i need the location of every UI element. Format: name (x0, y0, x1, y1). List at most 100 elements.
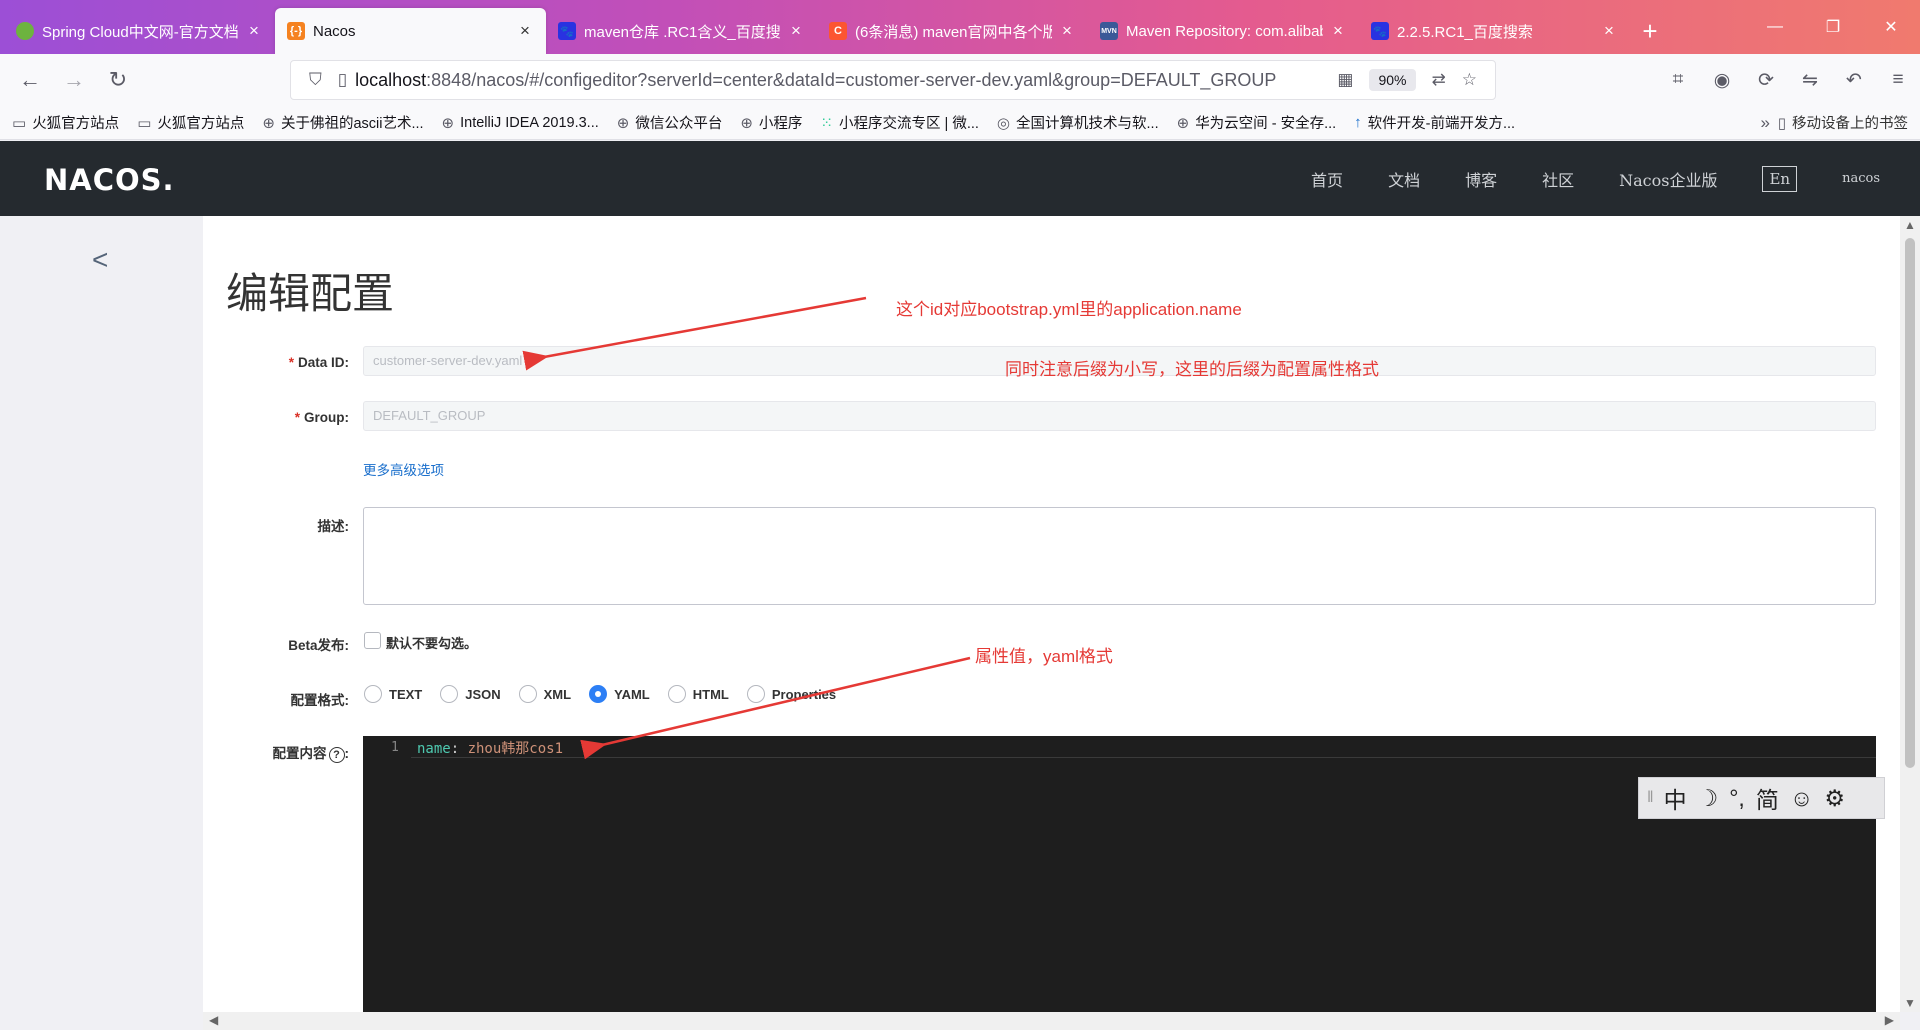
close-icon[interactable]: × (245, 21, 263, 41)
browser-tab-csdn[interactable]: C (6条消息) maven官网中各个版本 × (817, 8, 1088, 54)
globe-icon: ⊕ (262, 114, 275, 132)
mvn-icon: MVN (1100, 22, 1118, 40)
browser-tab-nacos[interactable]: {-} Nacos × (275, 8, 546, 54)
line-number: 1 (391, 740, 399, 755)
bookmark-item[interactable]: ⊕ 微信公众平台 (617, 112, 723, 133)
close-icon[interactable]: × (1329, 21, 1347, 41)
bookmark-item[interactable]: ⊕ 小程序 (740, 112, 802, 133)
browser-tab-mvn-repository[interactable]: MVN Maven Repository: com.alibaba × (1088, 8, 1359, 54)
scroll-down-icon[interactable]: ▼ (1904, 996, 1916, 1010)
annotation-data-id: 这个id对应bootstrap.yml里的application.name (896, 300, 1242, 319)
format-radio-xml[interactable]: XML (518, 685, 571, 703)
zoom-level[interactable]: 90% (1369, 69, 1416, 91)
nacos-logo[interactable]: NACOS. (44, 163, 175, 197)
translate-extension-icon[interactable]: ⇋ (1788, 62, 1832, 98)
annotation-property-value: 属性值，yaml格式 (975, 647, 1113, 666)
language-toggle[interactable]: En (1762, 165, 1798, 192)
nav-blog[interactable]: 博客 (1465, 167, 1497, 191)
format-radio-text[interactable]: TEXT (364, 685, 422, 703)
new-tab-button[interactable]: + (1630, 8, 1670, 54)
smiley-icon[interactable]: ☺ (1790, 785, 1813, 812)
user-menu[interactable]: nacos (1842, 171, 1880, 186)
ime-chinese-mode[interactable]: 中 (1664, 781, 1687, 815)
format-radio-yaml[interactable]: YAML (589, 685, 650, 703)
bookmark-item[interactable]: ⊕ 华为云空间 - 安全存... (1177, 112, 1337, 133)
punctuation-icon[interactable]: °, (1729, 785, 1745, 812)
advanced-options-link[interactable]: 更多高级选项 (363, 459, 444, 479)
beta-checkbox-text: 默认不要勾选。 (386, 636, 478, 651)
format-radio-html[interactable]: HTML (667, 685, 729, 703)
config-editor-form: 编辑配置 * Data ID: customer-server-dev.yaml … (203, 216, 1900, 1012)
undo-icon[interactable]: ↶ (1832, 62, 1876, 98)
extension-icon[interactable]: ◉ (1700, 62, 1744, 98)
beta-checkbox[interactable] (364, 632, 381, 649)
bookmark-item[interactable]: ↑ 软件开发-前端开发方... (1354, 112, 1515, 133)
horizontal-scrollbar[interactable]: ◀ ▶ (203, 1012, 1900, 1030)
left-panel: < (0, 216, 203, 1012)
qr-code-icon[interactable]: ▦ (1337, 70, 1353, 90)
browser-tab-maven-baidu[interactable]: 🐾 maven仓库 .RC1含义_百度搜索 × (546, 8, 817, 54)
browser-tab-spring-cloud[interactable]: Spring Cloud中文网-官方文档 × (4, 8, 275, 54)
nav-docs[interactable]: 文档 (1388, 167, 1420, 191)
globe-icon: ⊕ (1176, 114, 1190, 132)
chevron-double-right-icon[interactable]: » (1761, 113, 1770, 133)
browser-toolbar: ← → ↻ ⛉ ▯ localhost :8848/nacos/#/config… (0, 54, 1920, 106)
close-icon[interactable]: × (516, 21, 534, 41)
ime-simplified-mode[interactable]: 简 (1756, 781, 1779, 815)
arrow-up-icon: ↑ (1354, 114, 1362, 131)
close-icon[interactable]: × (787, 21, 805, 41)
close-window-icon[interactable]: ✕ (1862, 0, 1920, 54)
reload-icon[interactable]: ↻ (96, 62, 140, 98)
url-bar[interactable]: ⛉ ▯ localhost :8848/nacos/#/configeditor… (290, 60, 1496, 100)
ime-toolbar: ‖ 中 ☽ °, 简 ☺ ⚙ (1638, 777, 1885, 819)
bookmarks-bar: ▭ 火狐官方站点 ▭ 火狐官方站点 ⊕ 关于佛祖的ascii艺术... ⊕ Intell… (0, 106, 1920, 140)
globe-icon: ◎ (996, 114, 1011, 132)
group-input[interactable]: DEFAULT_GROUP (363, 401, 1876, 431)
format-radio-json[interactable]: JSON (440, 685, 501, 703)
browser-tab-rc1-baidu[interactable]: 🐾 2.2.5.RC1_百度搜索 × (1359, 8, 1630, 54)
back-icon[interactable]: ← (8, 62, 52, 98)
vertical-scrollbar[interactable]: ▲ ▼ (1900, 216, 1920, 1012)
screenshot-crop-icon[interactable]: ⌗ (1656, 62, 1700, 98)
bookmark-star-icon[interactable]: ☆ (1462, 70, 1477, 90)
bookmark-item[interactable]: ▭ 火狐官方站点 (12, 112, 119, 133)
page-title: 编辑配置 (226, 270, 395, 317)
translate-icon[interactable]: ⇄ (1432, 70, 1446, 90)
mobile-bookmarks[interactable]: ▯ 移动设备上的书签 (1778, 112, 1908, 133)
nav-community[interactable]: 社区 (1542, 167, 1574, 191)
scroll-left-icon[interactable]: ◀ (209, 1013, 218, 1027)
bookmark-item[interactable]: ⁙ 小程序交流专区 | 微... (820, 112, 979, 133)
nacos-header: NACOS. 首页 文档 博客 社区 Nacos企业版 En nacos (0, 141, 1920, 216)
nav-enterprise[interactable]: Nacos企业版 (1619, 167, 1717, 191)
radio-circle (364, 685, 382, 703)
bookmark-item[interactable]: ▭ 火狐官方站点 (137, 112, 244, 133)
gear-icon[interactable]: ⚙ (1824, 785, 1845, 812)
scroll-thumb[interactable] (1905, 238, 1915, 768)
current-line-highlight (411, 736, 1876, 758)
scroll-right-icon[interactable]: ▶ (1885, 1013, 1894, 1027)
close-icon[interactable]: × (1058, 21, 1076, 41)
menu-icon[interactable]: ≡ (1876, 62, 1920, 98)
bookmark-item[interactable]: ⊕ IntelliJ IDEA 2019.3... (442, 114, 599, 132)
scroll-up-icon[interactable]: ▲ (1904, 218, 1916, 232)
restore-icon[interactable]: ❐ (1804, 0, 1862, 54)
format-radio-properties[interactable]: Properties (746, 685, 836, 703)
bookmark-item[interactable]: ⊕ 关于佛祖的ascii艺术... (262, 112, 423, 133)
forward-icon[interactable]: → (52, 62, 96, 98)
moon-icon[interactable]: ☽ (1698, 785, 1719, 812)
shield-icon[interactable]: ⛉ (309, 70, 322, 90)
bookmark-item[interactable]: ◎ 全国计算机技术与软... (997, 112, 1159, 133)
page-icon[interactable]: ▯ (338, 70, 347, 90)
nav-home[interactable]: 首页 (1311, 167, 1343, 191)
chevron-left-icon[interactable]: < (92, 244, 108, 276)
baidu-icon: 🐾 (558, 22, 576, 40)
format-radio-group: TEXT JSON XML YAML HTML Properties (364, 685, 854, 703)
sync-icon[interactable]: ⟳ (1744, 62, 1788, 98)
description-textarea[interactable] (363, 507, 1876, 605)
minimize-icon[interactable]: — (1746, 0, 1804, 54)
help-icon[interactable]: ? (328, 747, 345, 763)
close-icon[interactable]: × (1600, 21, 1618, 41)
url-host: localhost (355, 69, 427, 90)
radio-circle (440, 685, 459, 703)
drag-handle-icon[interactable]: ‖ (1647, 789, 1654, 807)
